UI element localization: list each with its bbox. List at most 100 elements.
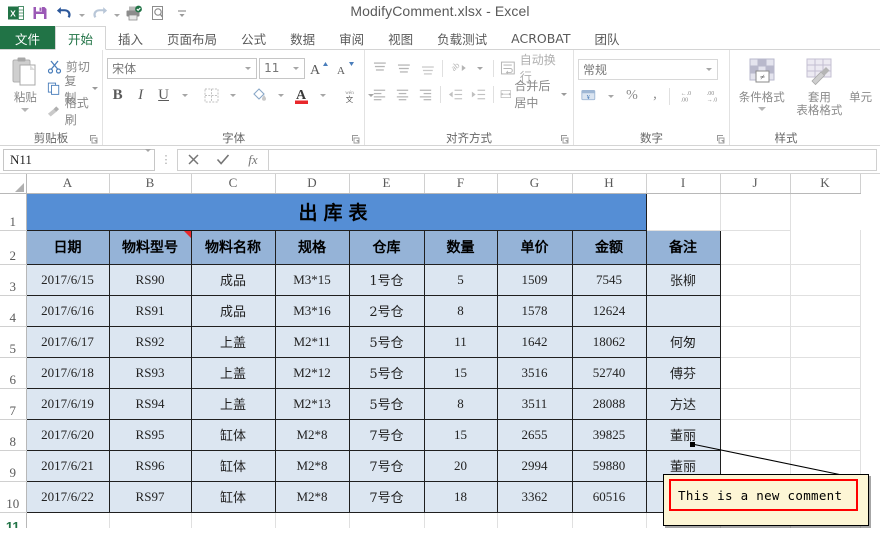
name-box-dropdown-icon[interactable] bbox=[145, 148, 151, 168]
cancel-icon[interactable] bbox=[178, 150, 208, 170]
tab-page-layout[interactable]: 页面布局 bbox=[155, 26, 229, 50]
cell-B7[interactable]: RS94 bbox=[108, 387, 192, 420]
cell-G8[interactable]: 2655 bbox=[496, 418, 573, 451]
cell-C11[interactable] bbox=[191, 512, 276, 528]
cell-E4[interactable]: 2号仓 bbox=[348, 294, 425, 327]
select-all-corner[interactable] bbox=[0, 174, 27, 194]
font-color-button[interactable]: A bbox=[291, 85, 312, 106]
percent-style-button[interactable]: % bbox=[621, 86, 642, 107]
cell-J3[interactable] bbox=[720, 264, 791, 296]
comment-text-frame[interactable]: This is a new comment bbox=[669, 479, 858, 511]
cell-G6[interactable]: 3516 bbox=[496, 356, 573, 389]
cell-F8[interactable]: 15 bbox=[423, 418, 498, 451]
font-name-dropdown-icon[interactable] bbox=[242, 66, 254, 70]
cell-J1[interactable] bbox=[646, 193, 721, 231]
cell-E10[interactable]: 7号仓 bbox=[348, 480, 425, 513]
row-header-10[interactable]: 10 bbox=[0, 481, 27, 513]
cell-E7[interactable]: 5号仓 bbox=[348, 387, 425, 420]
cell-E11[interactable] bbox=[349, 512, 425, 528]
conditional-formatting-button[interactable]: ≠ 条件格式 bbox=[734, 55, 790, 130]
cell-J4[interactable] bbox=[720, 295, 791, 327]
cell-G5[interactable]: 1642 bbox=[496, 325, 573, 358]
tab-acrobat[interactable]: ACROBAT bbox=[499, 26, 582, 50]
tab-file[interactable]: 文件 bbox=[0, 26, 56, 50]
number-dialog-launcher-icon[interactable] bbox=[716, 134, 726, 144]
cell-B5[interactable]: RS92 bbox=[108, 325, 192, 358]
name-box[interactable]: N11 bbox=[3, 148, 155, 171]
borders-button[interactable] bbox=[201, 85, 222, 106]
cell-B8[interactable]: RS95 bbox=[108, 418, 192, 451]
number-format-dropdown-icon[interactable] bbox=[703, 67, 715, 71]
cell-H6[interactable]: 52740 bbox=[571, 356, 647, 389]
cell-D3[interactable]: M3*15 bbox=[274, 263, 350, 296]
accounting-format-button[interactable]: ¥ bbox=[578, 86, 600, 107]
header-cell-spec[interactable]: 规格 bbox=[274, 229, 350, 265]
cell-I6[interactable]: 傅芬 bbox=[645, 356, 721, 389]
title-cell[interactable]: 出库表 bbox=[25, 192, 647, 231]
merge-center-dropdown-icon[interactable] bbox=[560, 92, 567, 96]
cell-K7[interactable] bbox=[790, 388, 861, 420]
cell-I3[interactable]: 张柳 bbox=[645, 263, 721, 296]
cell-K1[interactable] bbox=[720, 193, 791, 231]
column-header-F[interactable]: F bbox=[424, 174, 498, 194]
column-header-K[interactable]: K bbox=[790, 174, 861, 194]
accounting-dropdown-icon[interactable] bbox=[602, 86, 619, 107]
decrease-decimal-button[interactable]: .00 →.0 bbox=[701, 86, 725, 107]
cell-K2[interactable] bbox=[790, 230, 861, 265]
cell-H10[interactable]: 60516 bbox=[571, 480, 647, 513]
cell-D11[interactable] bbox=[275, 512, 350, 528]
cell-K6[interactable] bbox=[790, 357, 861, 389]
cell-H9[interactable]: 59880 bbox=[571, 449, 647, 482]
cell-I4[interactable] bbox=[645, 294, 721, 327]
cell-H4[interactable]: 12624 bbox=[571, 294, 647, 327]
cell-A6[interactable]: 2017/6/18 bbox=[25, 356, 110, 389]
font-size-dropdown-icon[interactable] bbox=[290, 66, 302, 70]
cell-A5[interactable]: 2017/6/17 bbox=[25, 325, 110, 358]
cell-B6[interactable]: RS93 bbox=[108, 356, 192, 389]
tab-team[interactable]: 团队 bbox=[583, 26, 632, 50]
fill-color-dropdown-icon[interactable] bbox=[272, 85, 289, 106]
cell-G7[interactable]: 3511 bbox=[496, 387, 573, 420]
cell-I5[interactable]: 何匆 bbox=[645, 325, 721, 358]
alignment-dialog-launcher-icon[interactable] bbox=[560, 134, 570, 144]
cell-G3[interactable]: 1509 bbox=[496, 263, 573, 296]
clipboard-dialog-launcher-icon[interactable] bbox=[89, 134, 99, 144]
cell-D5[interactable]: M2*11 bbox=[274, 325, 350, 358]
cell-A11[interactable] bbox=[26, 512, 110, 528]
cell-E5[interactable]: 5号仓 bbox=[348, 325, 425, 358]
header-cell-material-model[interactable]: 物料型号 bbox=[108, 229, 192, 265]
cell-F10[interactable]: 18 bbox=[423, 480, 498, 513]
cell-G10[interactable]: 3362 bbox=[496, 480, 573, 513]
cell-C8[interactable]: 缸体 bbox=[190, 418, 276, 451]
cell-B9[interactable]: RS96 bbox=[108, 449, 192, 482]
orientation-dropdown-icon[interactable] bbox=[472, 58, 489, 79]
cell-B10[interactable]: RS97 bbox=[108, 480, 192, 513]
column-header-I[interactable]: I bbox=[646, 174, 721, 194]
cell-K3[interactable] bbox=[790, 264, 861, 296]
cell-A10[interactable]: 2017/6/22 bbox=[25, 480, 110, 513]
underline-dropdown-icon[interactable] bbox=[176, 85, 193, 106]
number-format-combo[interactable]: 常规 bbox=[578, 58, 718, 80]
row-header-5[interactable]: 5 bbox=[0, 326, 27, 358]
header-cell-amount[interactable]: 金额 bbox=[571, 229, 647, 265]
comma-style-button[interactable]: , bbox=[644, 86, 665, 107]
align-bottom-button[interactable] bbox=[417, 58, 439, 79]
cell-F9[interactable]: 20 bbox=[423, 449, 498, 482]
tab-view[interactable]: 视图 bbox=[376, 26, 425, 50]
cell-K5[interactable] bbox=[790, 326, 861, 358]
grow-font-button[interactable]: A bbox=[307, 58, 331, 79]
header-cell-unitprice[interactable]: 单价 bbox=[496, 229, 573, 265]
font-dialog-launcher-icon[interactable] bbox=[351, 134, 361, 144]
cell-B11[interactable] bbox=[109, 512, 192, 528]
insert-function-icon[interactable]: fx bbox=[238, 150, 268, 170]
font-color-dropdown-icon[interactable] bbox=[314, 85, 331, 106]
tab-review[interactable]: 审阅 bbox=[327, 26, 376, 50]
column-header-D[interactable]: D bbox=[275, 174, 350, 194]
cell-J5[interactable] bbox=[720, 326, 791, 358]
cell-A7[interactable]: 2017/6/19 bbox=[25, 387, 110, 420]
cell-G9[interactable]: 2994 bbox=[496, 449, 573, 482]
cell-A4[interactable]: 2017/6/16 bbox=[25, 294, 110, 327]
column-header-J[interactable]: J bbox=[720, 174, 791, 194]
paste-button[interactable]: 粘贴 bbox=[4, 53, 47, 130]
header-cell-warehouse[interactable]: 仓库 bbox=[348, 229, 425, 265]
